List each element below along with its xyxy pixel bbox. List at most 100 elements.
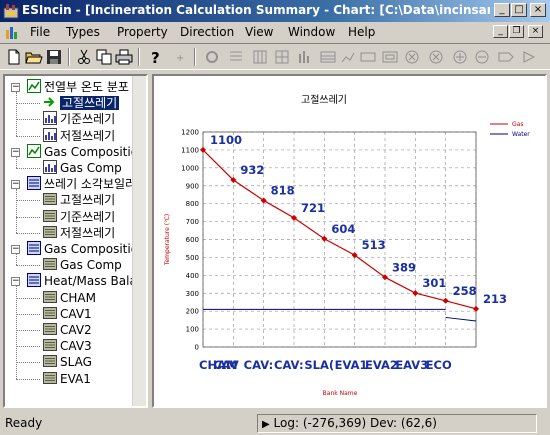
cut-icon[interactable] [74,48,94,66]
x-tick-label: CAV: [244,358,274,372]
menu-file[interactable]: File [30,25,50,39]
print-icon[interactable] [114,48,134,66]
legend-gas-label: Gas [512,121,523,128]
tool-gear-icon[interactable] [202,48,222,66]
tree-item-label: Gas Composition [44,242,146,256]
collapse-icon[interactable]: − [11,147,20,157]
tree-item[interactable]: 고절쓰레기 [43,95,120,111]
mdi-close-icon[interactable]: × [528,25,543,38]
menu-direction[interactable]: Direction [180,25,234,39]
legend-water-label: Water [512,131,530,138]
tree-item[interactable]: Gas Comp [43,160,122,176]
tool-columns-icon[interactable] [250,48,270,66]
tree-item-label: CAV2 [60,323,92,337]
tool-bars-icon[interactable] [294,48,314,66]
menu-types[interactable]: Types [66,25,100,39]
y-tick-label: 1200 [181,129,199,137]
save-icon[interactable] [44,48,64,66]
collapse-icon[interactable]: − [11,277,20,287]
tree-item[interactable]: Gas Comp [43,257,122,273]
y-tick-label: 600 [186,236,199,244]
tool-add-icon[interactable] [450,48,470,66]
tree-item[interactable]: Gas Composition [27,241,146,257]
menu-view[interactable]: View [245,25,273,39]
status-coordinates: ▶ Log: (-276,369) Dev: (62,6) [257,414,537,433]
mdi-restore-icon[interactable]: ❐ [509,25,524,38]
tool-grid-icon[interactable] [272,48,292,66]
collapse-icon[interactable]: − [11,245,20,254]
y-tick-label: 500 [186,254,199,262]
table-group-icon [27,176,41,191]
tree-item[interactable]: CAV3 [43,338,92,354]
y-tick-label: 200 [186,308,199,316]
tree-item[interactable]: 기준쓰레기 [43,209,115,225]
x-tick-label: EVA1 [335,358,368,372]
tree-view[interactable]: 전열부 온도 분포 − 고절쓰레기 기준쓰레기 저절쓰레기 Gas Composition… [3,74,148,408]
collapse-icon[interactable]: − [11,180,20,190]
table-icon [43,209,57,223]
tree-item-label: 쓰레기 소각보일러 [44,177,137,192]
y-tick-label: 0 [195,344,199,352]
tree-item-label: CAV3 [60,339,92,354]
menu-help[interactable]: Help [348,25,375,39]
help-icon[interactable]: ? [146,48,166,66]
maximize-icon[interactable]: □ [511,3,527,17]
collapse-icon[interactable]: − [11,83,20,92]
open-folder-icon[interactable] [24,48,44,66]
tree-item-label: 기준쓰레기 [60,112,116,127]
table-icon [43,290,57,304]
tree-item[interactable]: 기준쓰레기 [43,111,115,127]
mdi-minimize-icon[interactable]: _ [493,25,508,38]
tree-item[interactable]: 저절쓰레기 [43,225,115,241]
minimize-icon[interactable]: _ [494,3,510,17]
close-icon[interactable]: × [530,3,546,17]
document-icon[interactable] [4,24,20,40]
tool-list-icon[interactable] [226,48,246,66]
tree-item[interactable]: CAV1 [43,306,92,322]
play-icon: ▶ [262,419,270,430]
tool-forward-icon[interactable] [520,48,540,66]
tree-item-label: Gas Composition [44,144,146,159]
tool-rect-icon[interactable] [358,48,378,66]
gas-data-label: 932 [240,163,264,177]
tool-table-icon[interactable] [318,48,338,66]
context-help-icon[interactable]: + [170,48,190,66]
table-group-icon [27,273,41,288]
menu-window[interactable]: Window [288,25,335,39]
copy-icon[interactable] [94,48,114,66]
tree-item[interactable]: Heat/Mass Balance [27,273,146,289]
table-icon [43,257,57,271]
tree-item[interactable]: 저절쓰레기 [43,127,115,144]
tree-item-label: CHAM [60,290,96,305]
tool-remove-icon[interactable] [472,48,492,66]
menu-property[interactable]: Property [117,25,168,39]
menu-bar: File Types Property Direction View Windo… [0,22,550,42]
new-file-icon[interactable] [4,48,24,66]
tool-frame-icon[interactable] [380,48,400,66]
gas-data-label: 389 [392,260,416,274]
tree-item[interactable]: CAV2 [43,322,92,338]
tree-item-label: 기준쓰레기 [60,209,116,224]
tool-next-icon[interactable] [496,48,516,66]
tool-chart-icon[interactable] [338,48,358,66]
x-axis-label: Bank Name [323,390,358,397]
tree-item[interactable]: SLAG [43,354,92,370]
tree-item[interactable]: CHAM [43,290,96,306]
gas-data-label: 301 [422,276,446,290]
tree-item[interactable]: 전열부 온도 분포 [27,79,129,95]
tree-item-label: 고절쓰레기 [60,96,120,111]
y-tick-label: 400 [186,272,199,280]
tree-item[interactable]: Gas Composition [27,143,146,160]
title-bar: ESIncin - [Incineration Calculation Summ… [0,0,550,22]
gas-data-label: 604 [331,222,355,236]
tool-cancel-icon[interactable] [402,48,422,66]
svg-text:?: ? [151,49,160,66]
chart-title: 고절쓰레기 [301,93,347,106]
tree-item[interactable]: EVA1 [43,371,91,387]
tool-stop-icon[interactable] [426,48,446,66]
tree-item[interactable]: 쓰레기 소각보일러 [27,176,136,192]
tree-item-label: EVA1 [60,371,91,386]
tree-item[interactable]: 고절쓰레기 [43,192,115,208]
tree-scrollbar[interactable] [132,76,146,406]
toolbar: ? + [0,43,550,70]
